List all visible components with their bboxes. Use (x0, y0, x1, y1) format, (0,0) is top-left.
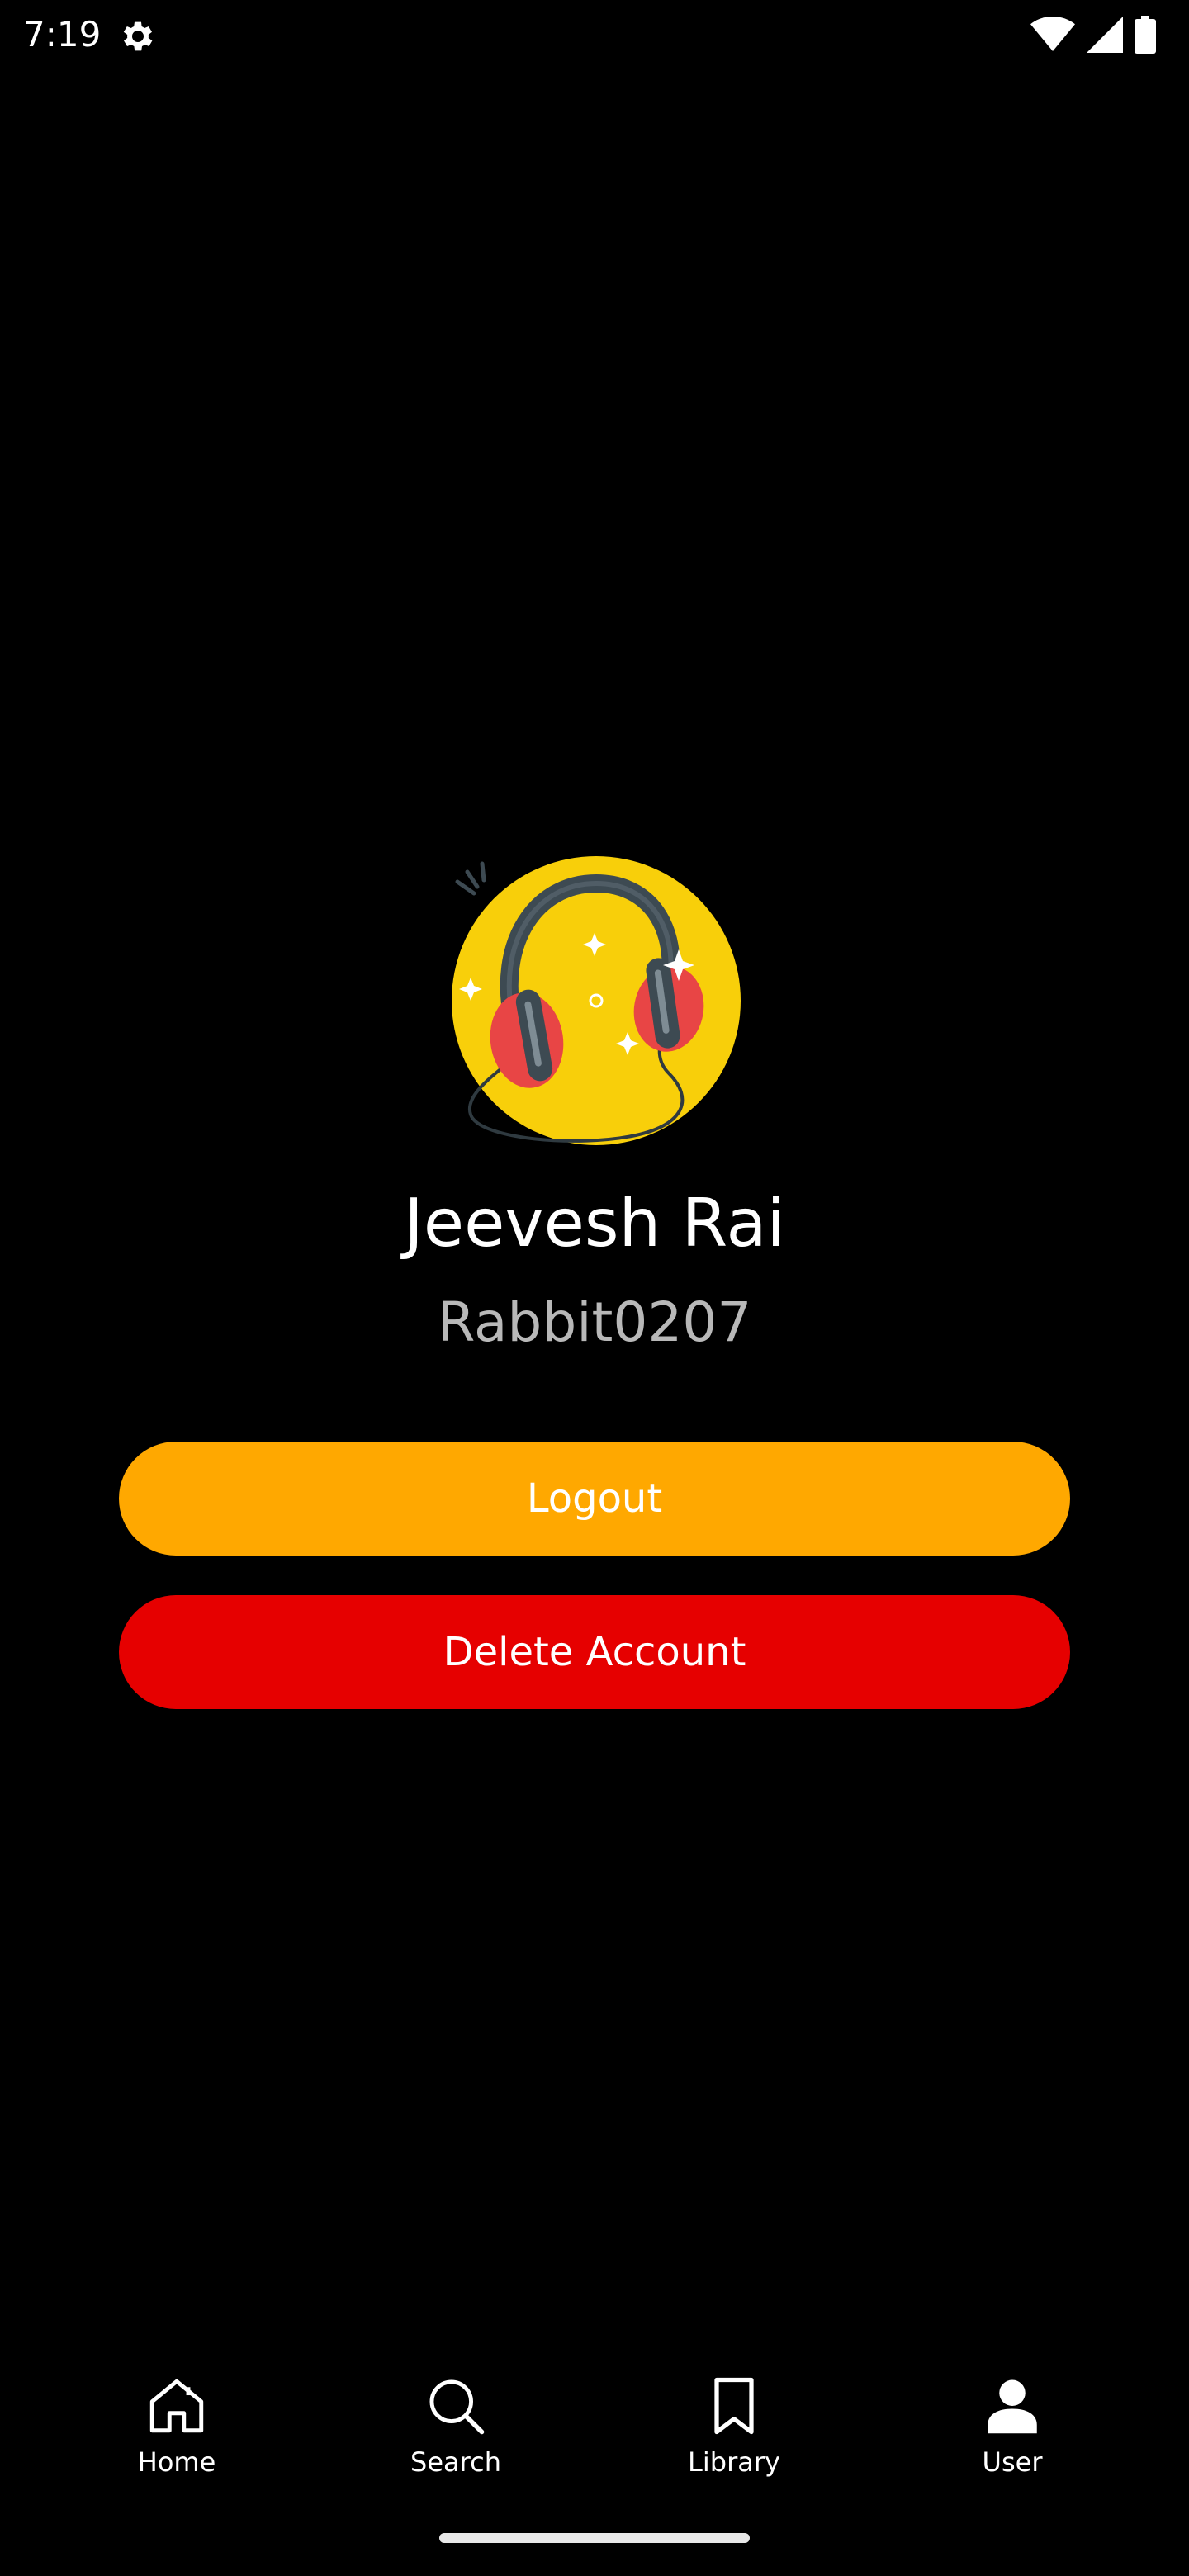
status-time: 7:19 (23, 14, 102, 54)
settings-icon (123, 21, 153, 51)
status-bar: 7:19 (0, 0, 1189, 69)
battery-icon (1135, 16, 1156, 54)
bookmark-icon (714, 2377, 754, 2435)
nav-item-library[interactable]: Library (635, 2361, 833, 2493)
home-icon (149, 2379, 204, 2433)
gesture-navigation-bar[interactable] (439, 2533, 750, 2543)
logout-button[interactable]: Logout (119, 1442, 1070, 1556)
accent-marks (455, 861, 486, 896)
nav-label-user: User (982, 2446, 1043, 2478)
headphones-avatar (452, 856, 741, 1145)
user-username: Rabbit0207 (437, 1290, 752, 1354)
nav-label-library: Library (688, 2446, 780, 2478)
nav-label-home: Home (137, 2446, 216, 2478)
nav-item-user[interactable]: User (913, 2361, 1111, 2493)
wifi-icon (1030, 17, 1075, 51)
nav-item-home[interactable]: Home (78, 2361, 276, 2493)
nav-label-search: Search (410, 2446, 501, 2478)
user-icon (988, 2379, 1037, 2434)
delete-account-button[interactable]: Delete Account (119, 1595, 1070, 1709)
nav-item-search[interactable]: Search (357, 2361, 555, 2493)
signal-icon (1087, 17, 1123, 53)
search-icon (429, 2379, 485, 2435)
bottom-navigation: Home Search Library User (0, 2361, 1189, 2493)
user-display-name: Jeevesh Rai (404, 1185, 785, 1262)
status-icons (1030, 15, 1156, 54)
